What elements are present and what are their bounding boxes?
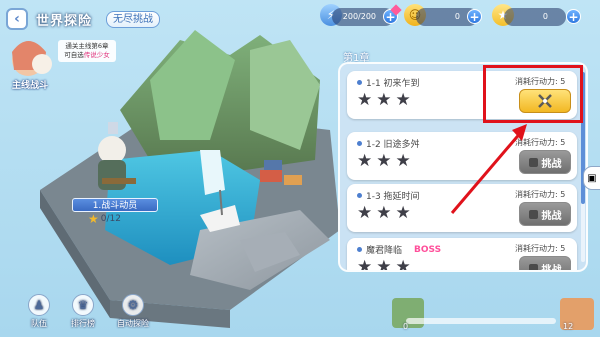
chest-icon: ▣ bbox=[587, 172, 597, 184]
reward-end-count: 12 bbox=[563, 322, 574, 331]
reward-start-count: 0 bbox=[403, 322, 409, 331]
exploration-progress-bar bbox=[406, 318, 556, 324]
annotation-arrow bbox=[450, 124, 527, 214]
side-reward-button[interactable]: ▣ bbox=[583, 166, 600, 190]
